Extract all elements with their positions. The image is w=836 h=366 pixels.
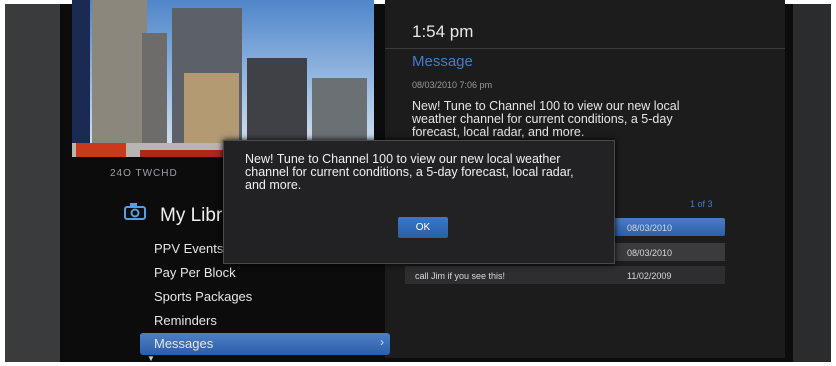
building bbox=[184, 73, 239, 143]
divider bbox=[385, 48, 785, 49]
menu-item-pay-per-block[interactable]: Pay Per Block bbox=[140, 262, 390, 284]
building bbox=[247, 58, 307, 143]
message-row[interactable]: call Jim if you see this! 11/02/2009 bbox=[405, 266, 725, 284]
dialog-text: New! Tune to Channel 100 to view our new… bbox=[245, 152, 574, 192]
page-indicator: 1 of 3 bbox=[690, 199, 713, 209]
menu-item-label: Reminders bbox=[154, 313, 217, 328]
channel-logo bbox=[76, 143, 126, 157]
chevron-down-icon[interactable]: ▼ bbox=[147, 354, 155, 363]
message-subject: call Jim if you see this! bbox=[415, 271, 506, 281]
menu-item-messages[interactable]: Messages › bbox=[140, 333, 390, 355]
menu-item-reminders[interactable]: Reminders bbox=[140, 310, 390, 332]
building bbox=[142, 33, 167, 143]
menu-item-label: PPV Events bbox=[154, 241, 224, 256]
message-body: New! Tune to Channel 100 to view our new… bbox=[412, 99, 680, 139]
message-row-date: 08/03/2010 bbox=[627, 248, 673, 258]
menu-item-label: Messages bbox=[154, 336, 214, 351]
ok-button[interactable]: OK bbox=[398, 217, 448, 238]
left-bezel bbox=[5, 4, 60, 362]
clock: 1:54 pm bbox=[412, 22, 474, 41]
building bbox=[312, 78, 367, 143]
message-date: 08/03/2010 7:06 pm bbox=[412, 80, 493, 90]
channel-caption: 24O TWCHD bbox=[110, 168, 178, 179]
live-video-preview[interactable] bbox=[72, 0, 374, 143]
message-row-date: 11/02/2009 bbox=[627, 271, 672, 281]
menu-item-label: Sports Packages bbox=[154, 289, 253, 304]
message-row-date: 08/03/2010 bbox=[627, 223, 673, 233]
library-camera-icon bbox=[124, 203, 146, 220]
ticker-bar bbox=[140, 150, 230, 157]
menu-item-label: Pay Per Block bbox=[154, 265, 236, 280]
message-title: Message bbox=[412, 53, 473, 70]
building bbox=[92, 0, 147, 143]
channel-strip bbox=[72, 0, 90, 143]
right-bezel bbox=[793, 4, 831, 362]
menu-item-sports-packages[interactable]: Sports Packages bbox=[140, 286, 390, 308]
chevron-right-icon: › bbox=[380, 335, 384, 349]
